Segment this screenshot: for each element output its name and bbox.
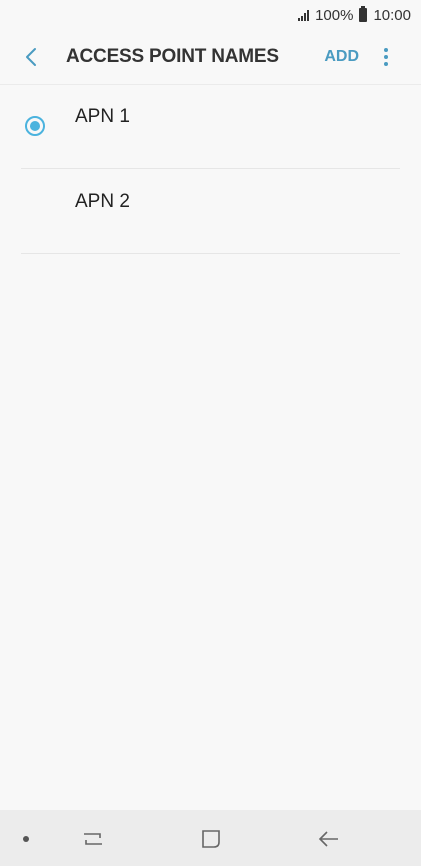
apn-label: APN 2	[75, 191, 130, 212]
home-button[interactable]	[194, 822, 228, 856]
navigation-bar	[0, 810, 421, 866]
list-item[interactable]: APN 1	[21, 84, 400, 169]
battery-icon	[359, 6, 368, 22]
apn-list: APN 1 APN 2	[0, 84, 421, 254]
home-icon	[202, 830, 220, 848]
add-button[interactable]: ADD	[324, 48, 359, 66]
chevron-left-icon	[26, 48, 36, 66]
list-item[interactable]: APN 2	[21, 169, 400, 254]
back-nav-button[interactable]	[312, 822, 346, 856]
signal-icon	[298, 9, 310, 21]
page-title: ACCESS POINT NAMES	[66, 46, 279, 67]
dot-icon	[23, 836, 29, 842]
apn-label: APN 1	[75, 106, 130, 127]
more-vertical-icon	[384, 48, 388, 52]
recent-apps-button[interactable]	[76, 822, 110, 856]
radio-selected-icon[interactable]	[25, 116, 45, 136]
battery-percent: 100%	[315, 6, 354, 24]
recent-apps-icon	[84, 833, 102, 845]
status-bar: 100% 10:00	[0, 0, 421, 30]
back-button[interactable]	[8, 30, 54, 84]
back-arrow-icon	[318, 831, 338, 847]
more-options-button[interactable]	[377, 45, 395, 69]
clock: 10:00	[373, 6, 411, 24]
app-bar: ACCESS POINT NAMES ADD	[0, 30, 421, 85]
